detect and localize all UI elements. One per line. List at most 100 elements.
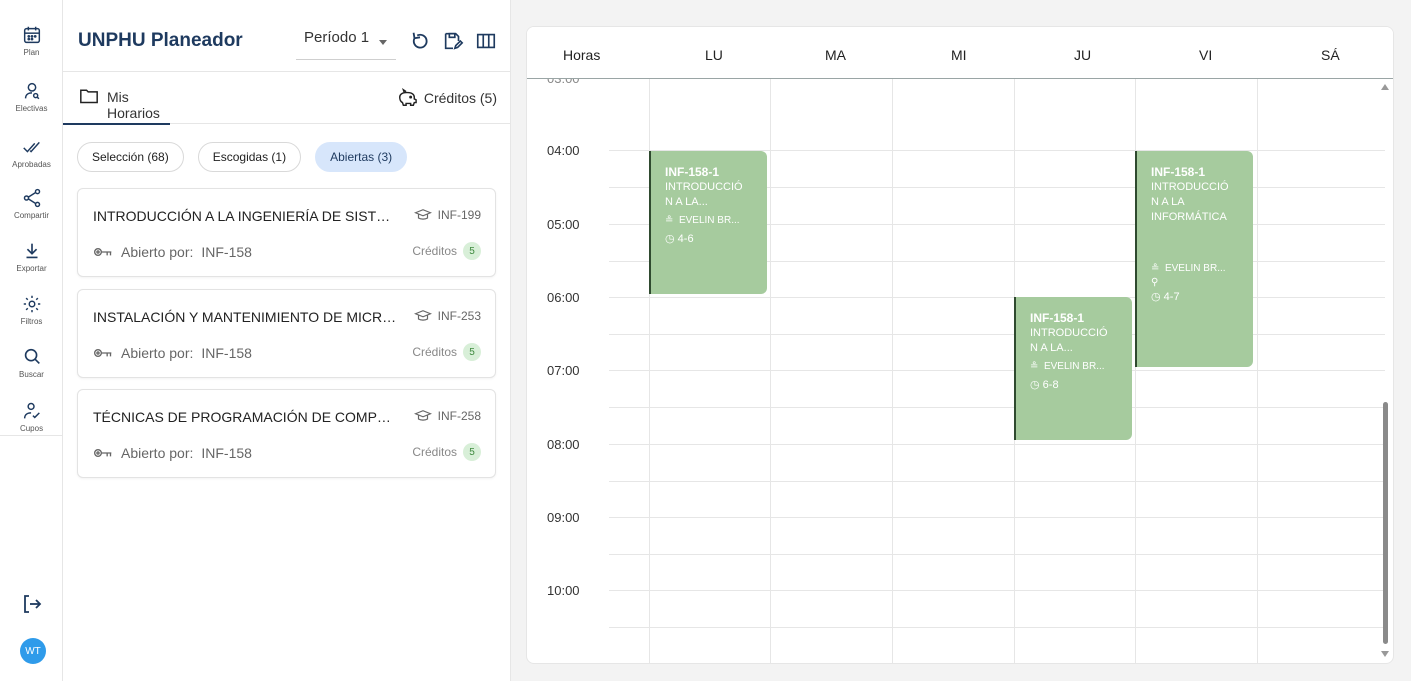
day-header-lu: LU [705,47,723,63]
reset-icon [412,32,428,49]
clock-icon: ◷ [1030,379,1040,391]
person-icon: ≗ [1030,361,1039,372]
rail-item-exportar[interactable]: Exportar [0,240,63,290]
event-name: INTRODUCCIÓ N A LA... [1030,327,1108,354]
chip-seleccion[interactable]: Selección (68) [77,142,184,172]
panel-tabs: Mis Horarios Créditos (5) [63,72,511,125]
calendar-header: Horas LU MA MI JU VI SÁ [527,27,1393,79]
hour-label: 10:00 [547,583,580,598]
rail-item-electivas[interactable]: Electivas [0,80,63,130]
reset-button[interactable] [409,30,431,52]
event-code: INF-158-1 [665,165,720,179]
course-card[interactable]: TÉCNICAS DE PROGRAMACIÓN DE COMPUTADORAS… [77,389,496,478]
course-card[interactable]: INSTALACIÓN Y MANTENIMIENTO DE MICROCOMP… [77,289,496,378]
credits-badge: 5 [463,443,481,461]
app-title: UNPHU Planeador [78,30,243,51]
day-header-sa: SÁ [1321,47,1340,63]
person-icon: ≗ [1151,263,1160,274]
planner-panel: UNPHU Planeador Período 1 Mis Horarios C… [63,0,511,681]
course-code-text: INF-253 [437,309,481,323]
rail-label: Plan [23,48,40,57]
half-hour-line [609,481,1385,482]
opened-by: Abierto por: INF-158 [93,244,252,260]
piggy-bank-icon [398,88,417,106]
course-card[interactable]: INTRODUCCIÓN A LA INGENIERÍA DE SISTEMAS… [77,188,496,277]
columns-button[interactable] [475,30,497,52]
save-schedule-button[interactable] [442,30,464,52]
opened-by-label: Abierto por: [121,244,194,260]
hour-label: 09:00 [547,510,580,525]
filter-chips: Selección (68) Escogidas (1) Abiertas (3… [77,142,408,172]
hour-label: 08:00 [547,437,580,452]
rail-label: Cupos [19,424,44,433]
half-hour-line [609,627,1385,628]
hour-line [609,590,1385,591]
day-separator [892,79,893,663]
course-code: INF-258 [413,409,481,423]
half-hour-line [609,334,1385,335]
event-hours-text: 6-8 [1042,379,1059,391]
save-edit-icon [444,32,464,50]
course-credits: Créditos 5 [412,343,481,361]
day-separator [770,79,771,663]
scrollbar-thumb[interactable] [1383,402,1388,644]
logout-icon[interactable] [20,592,44,616]
opened-by-code: INF-158 [201,244,252,260]
key-icon [94,449,112,457]
hour-line [609,444,1385,445]
planner-header: UNPHU Planeador Período 1 [63,0,511,72]
scroll-up-icon[interactable] [1381,84,1389,90]
class-event-lu[interactable]: INF-158-1 INTRODUCCIÓ N A LA... ≗ EVELIN… [649,151,767,294]
rail-item-cupos[interactable]: Cupos [0,400,63,450]
calendar-area: Horas LU MA MI JU VI SÁ 03:00 04:00 05:0… [511,0,1411,681]
credits-text: Créditos [412,345,457,359]
clock-icon: ◷ [1151,291,1161,303]
rail-item-buscar[interactable]: Buscar [0,346,63,396]
half-hour-line [609,554,1385,555]
chevron-down-icon [379,40,387,45]
clock-icon: ◷ [665,233,675,245]
rail-item-plan[interactable]: Plan [0,24,63,74]
course-credits: Créditos 5 [412,242,481,260]
key-icon [94,349,112,357]
nav-rail: Plan Electivas Aprobadas Compartir Expor… [0,0,63,681]
course-code: INF-253 [413,309,481,323]
hour-label: 04:00 [547,143,580,158]
columns-icon [476,33,496,49]
rail-label: Exportar [16,264,47,273]
event-professor-name: EVELIN BR... [1043,361,1105,372]
opened-by-label: Abierto por: [121,345,194,361]
rail-item-compartir[interactable]: Compartir [0,187,63,237]
rail-label: Buscar [19,370,44,379]
rail-item-filtros[interactable]: Filtros [0,293,63,343]
half-hour-line [609,407,1385,408]
event-name: INTRODUCCIÓ N A LA... [665,181,743,208]
period-select[interactable]: Período 1 [296,28,396,60]
avatar[interactable]: WT [20,638,46,664]
chip-escogidas[interactable]: Escogidas (1) [197,142,302,172]
credits-badge: 5 [463,242,481,260]
day-header-ma: MA [825,47,846,63]
tab-mis-horarios[interactable]: Mis Horarios [63,72,170,125]
credits-text: Créditos [412,244,457,258]
day-separator [1257,79,1258,663]
event-code: INF-158-1 [1151,165,1206,179]
class-event-ju[interactable]: INF-158-1 INTRODUCCIÓ N A LA... ≗ EVELIN… [1014,297,1132,440]
event-hours: ◷ 4-7 [1151,290,1253,303]
period-value: Período 1 [304,29,370,46]
scroll-down-icon[interactable] [1381,651,1389,657]
search-icon [24,348,40,365]
credits-button[interactable]: Créditos (5) [396,86,497,110]
class-event-vi[interactable]: INF-158-1 INTRODUCCIÓ N A LA INFORMÁTICA… [1135,151,1253,367]
event-professor-name: EVELIN BR... [678,215,740,226]
day-header-vi: VI [1199,47,1213,63]
rail-item-aprobadas[interactable]: Aprobadas [0,136,63,186]
opened-by: Abierto por: INF-158 [93,345,252,361]
credits-text: Créditos [412,445,457,459]
user-search-icon [24,82,39,100]
hour-label: 05:00 [547,217,580,232]
download-icon [26,243,37,259]
tab-underline [63,123,170,125]
opened-by-label: Abierto por: [121,445,194,461]
chip-abiertas[interactable]: Abiertas (3) [315,142,408,172]
